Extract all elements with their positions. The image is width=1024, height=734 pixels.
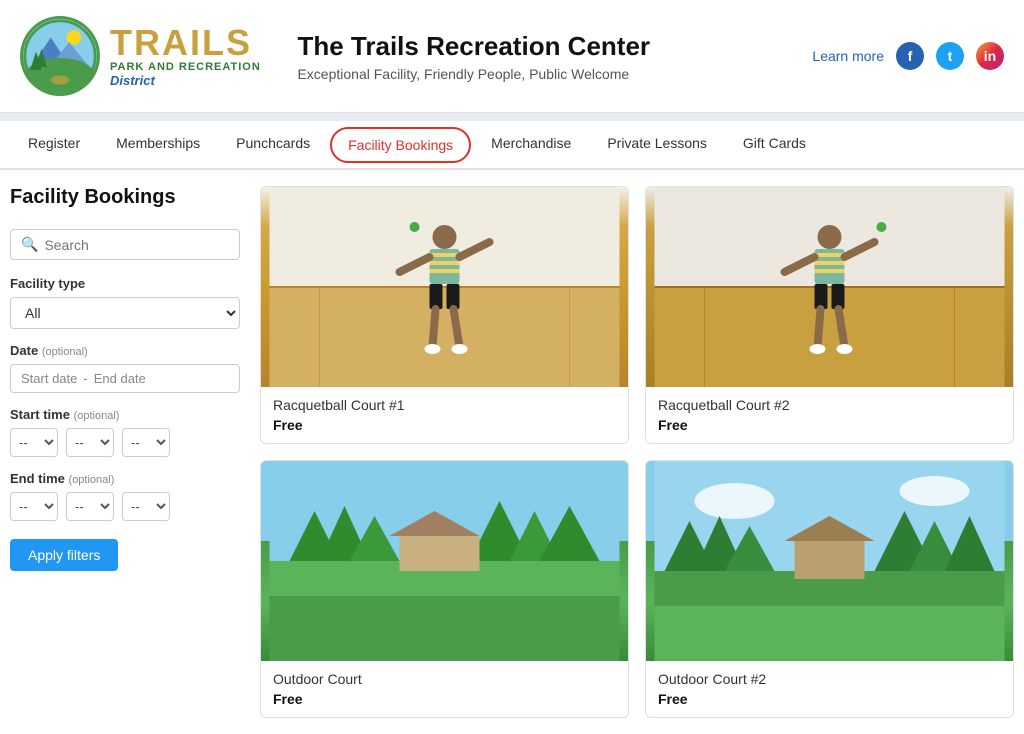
card-price-1: Free — [273, 417, 616, 433]
nav-gift-cards[interactable]: Gift Cards — [725, 121, 824, 168]
end-date-placeholder: End date — [94, 371, 146, 386]
card-price-2: Free — [658, 417, 1001, 433]
card-body-1: Racquetball Court #1 Free — [261, 387, 628, 443]
logo-image — [20, 16, 100, 96]
nav-private-lessons[interactable]: Private Lessons — [589, 121, 725, 168]
date-separator: - — [83, 371, 87, 386]
apply-filters-button[interactable]: Apply filters — [10, 539, 118, 571]
start-time-minute[interactable]: -- — [66, 428, 114, 457]
card-name-1: Racquetball Court #1 — [273, 397, 616, 413]
facility-type-select[interactable]: All — [10, 297, 240, 329]
gray-separator — [0, 113, 1024, 121]
card-price-3: Free — [273, 691, 616, 707]
sidebar: Facility Bookings 🔍 Facility type All Da… — [10, 186, 260, 718]
search-icon: 🔍 — [21, 236, 38, 253]
nav-punchcards[interactable]: Punchcards — [218, 121, 328, 168]
date-range[interactable]: Start date - End date — [10, 364, 240, 393]
learn-more-link[interactable]: Learn more — [812, 48, 884, 64]
logo-sub-text: PARK AND RECREATION — [110, 61, 261, 73]
header-links: Learn more f t in — [812, 42, 1004, 70]
card-outdoor-2[interactable]: Outdoor Court #2 Free — [645, 460, 1014, 718]
twitter-icon[interactable]: t — [936, 42, 964, 70]
end-time-hour[interactable]: -- — [10, 492, 58, 521]
card-price-4: Free — [658, 691, 1001, 707]
facebook-icon[interactable]: f — [896, 42, 924, 70]
logo-text: TRAILS PARK AND RECREATION District — [110, 25, 261, 88]
cards-grid: Racquetball Court #1 Free — [260, 186, 1014, 718]
end-time-label: End time (optional) — [10, 471, 240, 486]
start-time-row: -- -- -- — [10, 428, 240, 457]
start-date-placeholder: Start date — [21, 371, 77, 386]
card-racquetball-1[interactable]: Racquetball Court #1 Free — [260, 186, 629, 444]
card-body-3: Outdoor Court Free — [261, 661, 628, 717]
nav-merchandise[interactable]: Merchandise — [473, 121, 589, 168]
site-subtitle: Exceptional Facility, Friendly People, P… — [297, 66, 812, 82]
start-time-hour[interactable]: -- — [10, 428, 58, 457]
end-time-row: -- -- -- — [10, 492, 240, 521]
card-body-4: Outdoor Court #2 Free — [646, 661, 1013, 717]
logo-trails-text: TRAILS — [110, 25, 261, 61]
header-title-area: The Trails Recreation Center Exceptional… — [277, 31, 812, 82]
facility-type-label: Facility type — [10, 276, 240, 291]
site-header: TRAILS PARK AND RECREATION District The … — [0, 0, 1024, 113]
start-time-label: Start time (optional) — [10, 407, 240, 422]
logo-area: TRAILS PARK AND RECREATION District — [20, 16, 277, 96]
card-image-outdoor-2 — [646, 461, 1013, 661]
card-name-4: Outdoor Court #2 — [658, 671, 1001, 687]
card-name-3: Outdoor Court — [273, 671, 616, 687]
card-image-outdoor-1 — [261, 461, 628, 661]
search-box: 🔍 — [10, 229, 240, 260]
date-label: Date (optional) — [10, 343, 240, 358]
page-title: Facility Bookings — [10, 186, 240, 209]
logo-district-text: District — [110, 73, 261, 88]
site-title: The Trails Recreation Center — [297, 31, 812, 62]
card-image-racquetball-1 — [261, 187, 628, 387]
nav-memberships[interactable]: Memberships — [98, 121, 218, 168]
card-racquetball-2[interactable]: Racquetball Court #2 Free — [645, 186, 1014, 444]
main-content: Facility Bookings 🔍 Facility type All Da… — [0, 170, 1024, 734]
instagram-icon[interactable]: in — [976, 42, 1004, 70]
card-outdoor-1[interactable]: Outdoor Court Free — [260, 460, 629, 718]
card-body-2: Racquetball Court #2 Free — [646, 387, 1013, 443]
nav-facility-bookings[interactable]: Facility Bookings — [330, 127, 471, 163]
end-time-minute[interactable]: -- — [66, 492, 114, 521]
start-time-ampm[interactable]: -- — [122, 428, 170, 457]
search-input[interactable] — [44, 237, 229, 253]
main-nav: Register Memberships Punchcards Facility… — [0, 121, 1024, 170]
end-time-ampm[interactable]: -- — [122, 492, 170, 521]
card-name-2: Racquetball Court #2 — [658, 397, 1001, 413]
nav-register[interactable]: Register — [10, 121, 98, 168]
card-image-racquetball-2 — [646, 187, 1013, 387]
